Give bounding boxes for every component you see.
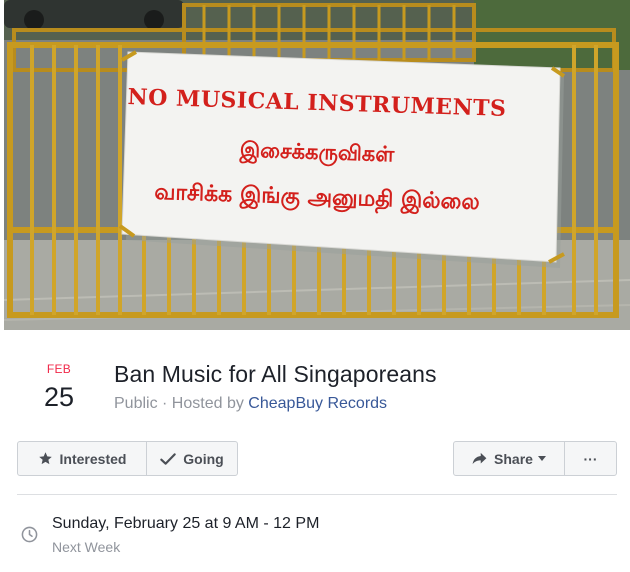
event-host-link[interactable]: CheapBuy Records [248, 395, 387, 412]
interested-label: Interested [59, 450, 127, 467]
star-icon [38, 452, 52, 465]
hosted-by-label: · Hosted by [162, 395, 249, 412]
share-button[interactable]: Share [454, 442, 564, 475]
going-label: Going [183, 450, 224, 467]
event-privacy: Public [114, 395, 158, 412]
more-options-button[interactable]: ··· [564, 442, 616, 475]
share-arrow-icon [472, 452, 487, 465]
clock-icon [21, 526, 38, 543]
event-title: Ban Music for All Singaporeans [114, 361, 437, 387]
rsvp-button-group: Interested Going [17, 441, 238, 476]
going-button[interactable]: Going [146, 442, 237, 475]
chevron-down-icon [537, 456, 546, 461]
more-options-icon: ··· [583, 450, 598, 467]
check-icon [160, 452, 177, 465]
event-relative-time: Next Week [52, 539, 121, 555]
interested-button[interactable]: Interested [18, 442, 146, 475]
share-label: Share [494, 450, 533, 467]
share-button-group: Share ··· [453, 441, 617, 476]
section-divider [17, 494, 617, 495]
event-date-month: FEB [46, 362, 72, 376]
event-date-day: 25 [43, 382, 75, 412]
event-time: Sunday, February 25 at 9 AM - 12 PM [52, 515, 320, 532]
event-meta: Public · Hosted by CheapBuy Records [114, 395, 387, 413]
event-cover-photo[interactable]: NO MUSICAL INSTRUMENTS இசைக்கருவிகள் வாச… [4, 0, 630, 330]
